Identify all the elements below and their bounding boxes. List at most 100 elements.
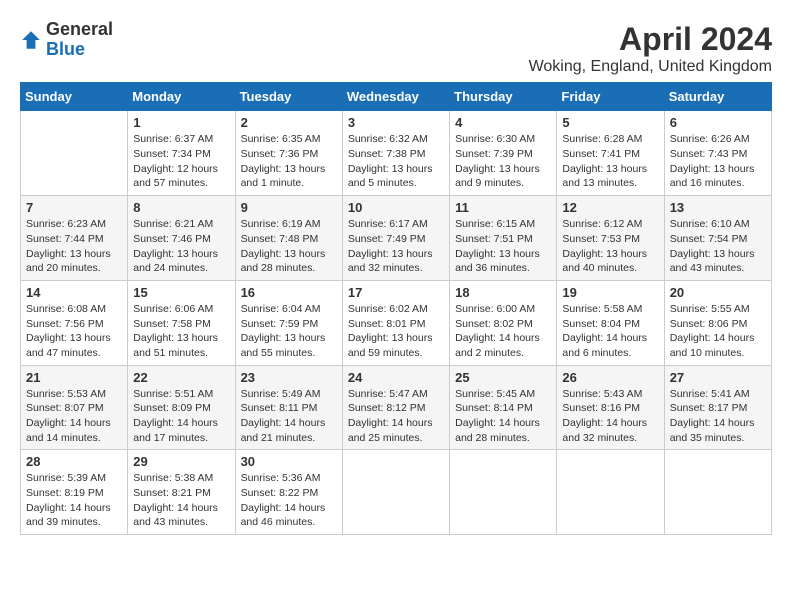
page-subtitle: Woking, England, United Kingdom <box>529 58 772 76</box>
calendar-body: 1Sunrise: 6:37 AMSunset: 7:34 PMDaylight… <box>21 111 772 535</box>
day-detail: Sunrise: 6:12 AMSunset: 7:53 PMDaylight:… <box>562 217 658 276</box>
day-number: 11 <box>455 200 551 215</box>
calendar-cell <box>664 450 771 535</box>
calendar-cell: 10Sunrise: 6:17 AMSunset: 7:49 PMDayligh… <box>342 196 449 281</box>
day-number: 23 <box>241 370 337 385</box>
day-number: 12 <box>562 200 658 215</box>
day-detail: Sunrise: 6:32 AMSunset: 7:38 PMDaylight:… <box>348 132 444 191</box>
day-detail: Sunrise: 5:55 AMSunset: 8:06 PMDaylight:… <box>670 302 766 361</box>
day-detail: Sunrise: 6:19 AMSunset: 7:48 PMDaylight:… <box>241 217 337 276</box>
day-detail: Sunrise: 6:08 AMSunset: 7:56 PMDaylight:… <box>26 302 122 361</box>
calendar-header-friday: Friday <box>557 83 664 111</box>
day-detail: Sunrise: 5:49 AMSunset: 8:11 PMDaylight:… <box>241 387 337 446</box>
calendar-cell: 3 Sunrise: 6:32 AMSunset: 7:38 PMDaylight… <box>342 111 449 196</box>
day-detail: Sunrise: 6:04 AMSunset: 7:59 PMDaylight:… <box>241 302 337 361</box>
calendar-cell: 19 Sunrise: 5:58 AMSunset: 8:04 PMDayligh… <box>557 280 664 365</box>
day-detail: Sunrise: 6:28 AMSunset: 7:41 PMDaylight:… <box>562 132 658 191</box>
day-detail: Sunrise: 6:21 AMSunset: 7:46 PMDaylight:… <box>133 217 229 276</box>
day-number: 30 <box>241 454 337 469</box>
calendar-week-3: 14Sunrise: 6:08 AMSunset: 7:56 PMDayligh… <box>21 280 772 365</box>
calendar-week-4: 21 Sunrise: 5:53 AMSunset: 8:07 PMDayligh… <box>21 365 772 450</box>
day-detail: Sunrise: 5:58 AMSunset: 8:04 PMDaylight:… <box>562 302 658 361</box>
day-detail: Sunrise: 6:26 AMSunset: 7:43 PMDaylight:… <box>670 132 766 191</box>
logo-blue-text: Blue <box>46 39 85 59</box>
calendar-cell: 8 Sunrise: 6:21 AMSunset: 7:46 PMDaylight… <box>128 196 235 281</box>
calendar-cell: 20Sunrise: 5:55 AMSunset: 8:06 PMDayligh… <box>664 280 771 365</box>
day-number: 24 <box>348 370 444 385</box>
day-number: 21 <box>26 370 122 385</box>
day-detail: Sunrise: 5:36 AMSunset: 8:22 PMDaylight:… <box>241 471 337 530</box>
calendar-cell <box>450 450 557 535</box>
day-detail: Sunrise: 6:15 AMSunset: 7:51 PMDaylight:… <box>455 217 551 276</box>
day-detail: Sunrise: 6:23 AMSunset: 7:44 PMDaylight:… <box>26 217 122 276</box>
calendar-cell: 18 Sunrise: 6:00 AMSunset: 8:02 PMDayligh… <box>450 280 557 365</box>
calendar-cell: 2Sunrise: 6:35 AMSunset: 7:36 PMDaylight… <box>235 111 342 196</box>
day-number: 10 <box>348 200 444 215</box>
day-number: 19 <box>562 285 658 300</box>
logo-general-text: General <box>46 20 113 40</box>
day-number: 15 <box>133 285 229 300</box>
day-number: 25 <box>455 370 551 385</box>
calendar-cell: 24 Sunrise: 5:47 AMSunset: 8:12 PMDayligh… <box>342 365 449 450</box>
calendar-cell <box>557 450 664 535</box>
day-detail: Sunrise: 6:06 AMSunset: 7:58 PMDaylight:… <box>133 302 229 361</box>
day-detail: Sunrise: 5:51 AMSunset: 8:09 PMDaylight:… <box>133 387 229 446</box>
page-title: April 2024 <box>529 20 772 58</box>
day-detail: Sunrise: 6:30 AMSunset: 7:39 PMDaylight:… <box>455 132 551 191</box>
calendar-cell: 5Sunrise: 6:28 AMSunset: 7:41 PMDaylight… <box>557 111 664 196</box>
calendar-header-saturday: Saturday <box>664 83 771 111</box>
day-number: 4 <box>455 115 551 130</box>
day-detail: Sunrise: 6:10 AMSunset: 7:54 PMDaylight:… <box>670 217 766 276</box>
day-detail: Sunrise: 6:00 AMSunset: 8:02 PMDaylight:… <box>455 302 551 361</box>
calendar-cell <box>21 111 128 196</box>
calendar-cell: 9 Sunrise: 6:19 AMSunset: 7:48 PMDaylight… <box>235 196 342 281</box>
day-number: 7 <box>26 200 122 215</box>
calendar-week-2: 7 Sunrise: 6:23 AMSunset: 7:44 PMDaylight… <box>21 196 772 281</box>
day-detail: Sunrise: 5:47 AMSunset: 8:12 PMDaylight:… <box>348 387 444 446</box>
day-number: 29 <box>133 454 229 469</box>
day-detail: Sunrise: 6:02 AMSunset: 8:01 PMDaylight:… <box>348 302 444 361</box>
calendar-cell: 30 Sunrise: 5:36 AMSunset: 8:22 PMDayligh… <box>235 450 342 535</box>
calendar-cell: 25 Sunrise: 5:45 AMSunset: 8:14 PMDayligh… <box>450 365 557 450</box>
title-area: April 2024 Woking, England, United Kingd… <box>529 20 772 76</box>
day-detail: Sunrise: 6:35 AMSunset: 7:36 PMDaylight:… <box>241 132 337 191</box>
calendar-cell: 15 Sunrise: 6:06 AMSunset: 7:58 PMDayligh… <box>128 280 235 365</box>
day-number: 27 <box>670 370 766 385</box>
day-detail: Sunrise: 5:45 AMSunset: 8:14 PMDaylight:… <box>455 387 551 446</box>
calendar-cell: 27 Sunrise: 5:41 AMSunset: 8:17 PMDayligh… <box>664 365 771 450</box>
day-number: 22 <box>133 370 229 385</box>
logo-icon <box>20 29 42 51</box>
calendar-cell: 7 Sunrise: 6:23 AMSunset: 7:44 PMDaylight… <box>21 196 128 281</box>
day-number: 8 <box>133 200 229 215</box>
calendar-cell: 12 Sunrise: 6:12 AMSunset: 7:53 PMDayligh… <box>557 196 664 281</box>
calendar-cell: 16Sunrise: 6:04 AMSunset: 7:59 PMDayligh… <box>235 280 342 365</box>
calendar-cell: 14Sunrise: 6:08 AMSunset: 7:56 PMDayligh… <box>21 280 128 365</box>
calendar-week-1: 1Sunrise: 6:37 AMSunset: 7:34 PMDaylight… <box>21 111 772 196</box>
calendar-cell: 6Sunrise: 6:26 AMSunset: 7:43 PMDaylight… <box>664 111 771 196</box>
day-number: 17 <box>348 285 444 300</box>
day-detail: Sunrise: 5:41 AMSunset: 8:17 PMDaylight:… <box>670 387 766 446</box>
calendar-table: SundayMondayTuesdayWednesdayThursdayFrid… <box>20 82 772 535</box>
calendar-header-row: SundayMondayTuesdayWednesdayThursdayFrid… <box>21 83 772 111</box>
calendar-header-monday: Monday <box>128 83 235 111</box>
day-number: 3 <box>348 115 444 130</box>
calendar-header-wednesday: Wednesday <box>342 83 449 111</box>
calendar-week-5: 28Sunrise: 5:39 AMSunset: 8:19 PMDayligh… <box>21 450 772 535</box>
day-number: 13 <box>670 200 766 215</box>
day-detail: Sunrise: 5:53 AMSunset: 8:07 PMDaylight:… <box>26 387 122 446</box>
calendar-cell: 21 Sunrise: 5:53 AMSunset: 8:07 PMDayligh… <box>21 365 128 450</box>
calendar-cell: 26Sunrise: 5:43 AMSunset: 8:16 PMDayligh… <box>557 365 664 450</box>
calendar-cell: 1Sunrise: 6:37 AMSunset: 7:34 PMDaylight… <box>128 111 235 196</box>
header: General Blue April 2024 Woking, England,… <box>20 20 772 76</box>
calendar-header-sunday: Sunday <box>21 83 128 111</box>
day-number: 18 <box>455 285 551 300</box>
calendar-cell: 22 Sunrise: 5:51 AMSunset: 8:09 PMDayligh… <box>128 365 235 450</box>
calendar-cell <box>342 450 449 535</box>
day-detail: Sunrise: 6:37 AMSunset: 7:34 PMDaylight:… <box>133 132 229 191</box>
day-number: 9 <box>241 200 337 215</box>
calendar-cell: 4 Sunrise: 6:30 AMSunset: 7:39 PMDaylight… <box>450 111 557 196</box>
calendar-cell: 17 Sunrise: 6:02 AMSunset: 8:01 PMDayligh… <box>342 280 449 365</box>
calendar-header-thursday: Thursday <box>450 83 557 111</box>
calendar-header-tuesday: Tuesday <box>235 83 342 111</box>
calendar-cell: 28Sunrise: 5:39 AMSunset: 8:19 PMDayligh… <box>21 450 128 535</box>
